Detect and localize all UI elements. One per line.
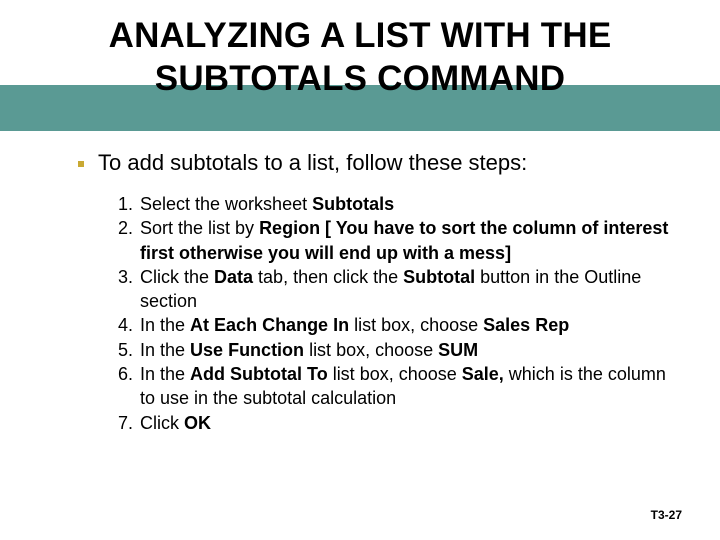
slide-content: To add subtotals to a list, follow these…: [78, 150, 678, 435]
slide: ANALYZING A LIST WITH THE SUBTOTALS COMM…: [0, 0, 720, 540]
bullet-icon: [78, 161, 84, 167]
title-line-1: ANALYZING A LIST WITH THE: [109, 16, 612, 55]
steps-list: Select the worksheet Subtotals Sort the …: [118, 192, 678, 435]
list-item: Click OK: [118, 411, 678, 435]
list-item: In the At Each Change In list box, choos…: [118, 313, 678, 337]
lead-bullet: To add subtotals to a list, follow these…: [78, 150, 678, 176]
list-item: Sort the list by Region [ You have to so…: [118, 216, 678, 265]
list-item: In the Add Subtotal To list box, choose …: [118, 362, 678, 411]
lead-text: To add subtotals to a list, follow these…: [98, 150, 527, 175]
title-line-2: SUBTOTALS COMMAND: [155, 59, 565, 98]
list-item: Select the worksheet Subtotals: [118, 192, 678, 216]
list-item: Click the Data tab, then click the Subto…: [118, 265, 678, 314]
slide-title: ANALYZING A LIST WITH THE SUBTOTALS COMM…: [0, 14, 720, 100]
slide-number: T3-27: [651, 508, 682, 522]
list-item: In the Use Function list box, choose SUM: [118, 338, 678, 362]
